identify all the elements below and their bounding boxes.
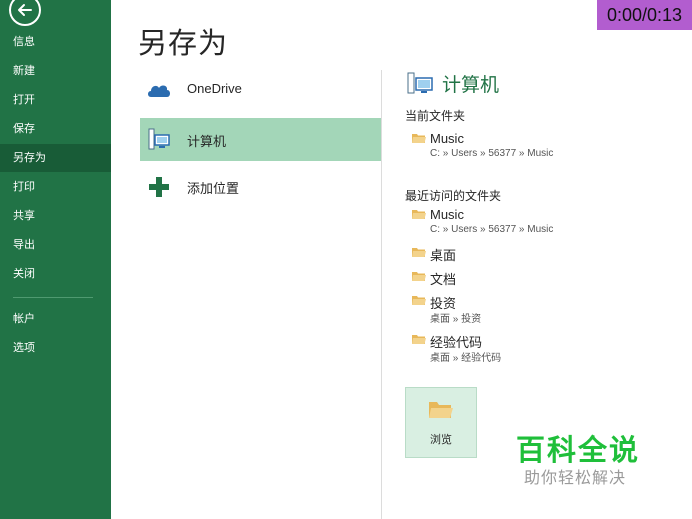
folder-path: C: » Users » 56377 » Music [430, 224, 554, 235]
location-add-place[interactable]: 添加位置 [140, 165, 381, 208]
location-computer[interactable]: 计算机 [140, 118, 381, 161]
video-timer: 0:00/0:13 [597, 0, 692, 30]
recent-folders-heading: 最近访问的文件夹 [405, 189, 502, 203]
folder-path: C: » Users » 56377 » Music [430, 148, 554, 159]
folder-name: Music [430, 207, 464, 222]
back-arrow-icon [18, 4, 32, 16]
sidebar-item-print[interactable]: 打印 [0, 173, 111, 201]
folder-name: 文档 [430, 272, 457, 287]
folder-path: 桌面 » 经验代码 [430, 353, 502, 364]
sidebar-item-open[interactable]: 打开 [0, 86, 111, 114]
pane-divider [381, 70, 382, 519]
current-folder-heading: 当前文件夹 [405, 109, 466, 123]
sidebar-item-share[interactable]: 共享 [0, 202, 111, 230]
folder-icon [412, 272, 426, 281]
computer-icon [407, 72, 433, 94]
folder-name: Music [430, 131, 464, 146]
folder-icon [412, 296, 426, 305]
folder-name: 桌面 [430, 248, 457, 263]
location-label: OneDrive [187, 81, 242, 96]
folder-icon [412, 134, 426, 143]
watermark-subtitle: 助你轻松解决 [524, 470, 627, 487]
sidebar-item-account[interactable]: 帐户 [0, 305, 111, 333]
folder-icon [412, 210, 426, 219]
back-button[interactable] [9, 0, 41, 26]
sidebar-item-new[interactable]: 新建 [0, 57, 111, 85]
location-label: 添加位置 [187, 181, 240, 196]
folder-path: 桌面 » 投资 [430, 314, 482, 325]
sidebar-item-close[interactable]: 关闭 [0, 260, 111, 288]
right-pane-title: 计算机 [442, 75, 500, 96]
location-onedrive[interactable]: OneDrive [140, 68, 381, 111]
browse-button[interactable]: 浏览 [405, 387, 477, 458]
watermark-title: 百科全说 [516, 435, 641, 467]
backstage-sidebar: 信息 新建 打开 保存 另存为 打印 共享 导出 关闭 帐户 选项 [0, 0, 111, 519]
computer-icon [148, 128, 170, 150]
browse-label: 浏览 [430, 434, 452, 446]
open-folder-icon [429, 402, 453, 418]
folder-icon [412, 335, 426, 344]
page-title: 另存为 [138, 28, 229, 60]
cloud-icon [148, 85, 170, 97]
plus-icon [149, 177, 169, 197]
sidebar-item-export[interactable]: 导出 [0, 231, 111, 259]
sidebar-item-save[interactable]: 保存 [0, 115, 111, 143]
location-label: 计算机 [187, 134, 227, 149]
sidebar-item-options[interactable]: 选项 [0, 334, 111, 362]
sidebar-divider [13, 297, 93, 298]
sidebar-item-save-as[interactable]: 另存为 [0, 144, 111, 172]
sidebar-item-info[interactable]: 信息 [0, 28, 111, 56]
folder-icon [412, 248, 426, 257]
